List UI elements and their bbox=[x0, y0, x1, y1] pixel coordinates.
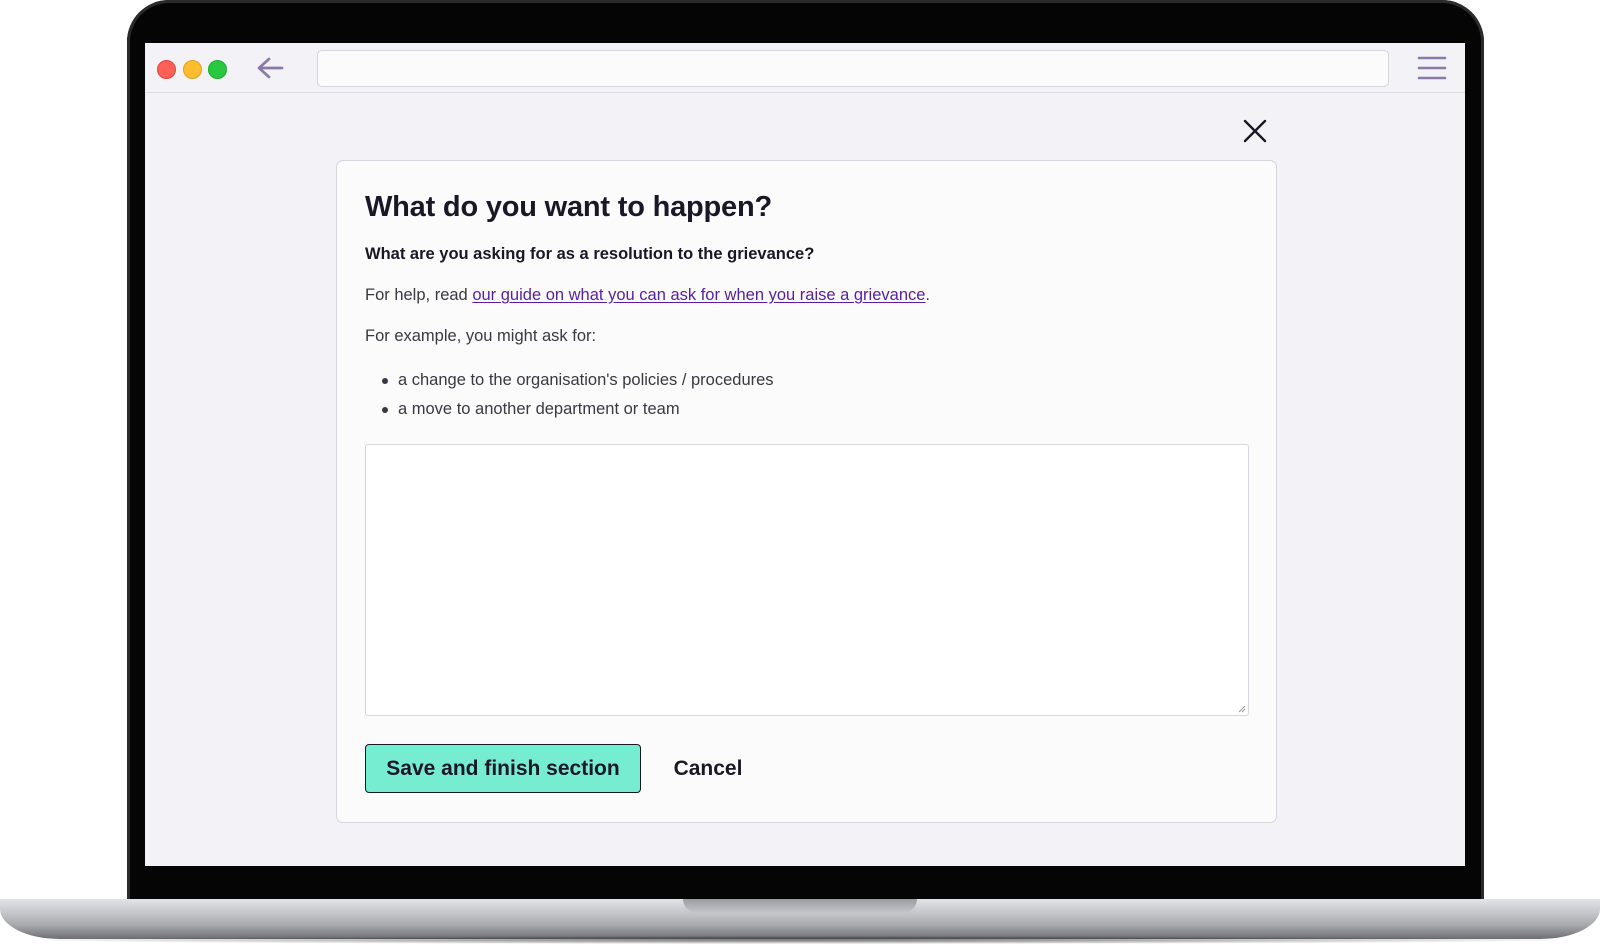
question-card: What do you want to happen? What are you… bbox=[336, 160, 1277, 823]
example-list: a change to the organisation's policies … bbox=[365, 366, 774, 424]
window-maximize-dot[interactable] bbox=[208, 60, 227, 79]
browser-toolbar bbox=[145, 43, 1465, 93]
back-button[interactable] bbox=[255, 55, 285, 81]
laptop-screen: What do you want to happen? What are you… bbox=[145, 43, 1465, 866]
laptop-shadow bbox=[40, 936, 1560, 944]
list-item-text: a change to the organisation's policies … bbox=[398, 371, 774, 389]
address-bar[interactable] bbox=[317, 50, 1389, 87]
help-text: For help, read our guide on what you can… bbox=[365, 286, 930, 305]
cancel-button[interactable]: Cancel bbox=[655, 744, 761, 793]
list-item: a change to the organisation's policies … bbox=[365, 366, 774, 395]
laptop-notch bbox=[683, 899, 917, 913]
arrow-left-icon bbox=[257, 57, 284, 79]
question-label: What are you asking for as a resolution … bbox=[365, 245, 815, 263]
help-suffix: . bbox=[925, 286, 931, 304]
close-x-icon bbox=[1243, 119, 1267, 143]
example-intro: For example, you might ask for: bbox=[365, 327, 597, 345]
save-and-finish-button[interactable]: Save and finish section bbox=[365, 744, 641, 793]
resize-grip-icon[interactable] bbox=[1238, 705, 1246, 713]
guide-link[interactable]: our guide on what you can ask for when y… bbox=[472, 286, 925, 304]
list-item-text: a move to another department or team bbox=[398, 400, 680, 418]
bullet-icon bbox=[382, 378, 388, 384]
help-prefix: For help, read bbox=[365, 286, 473, 304]
close-button[interactable] bbox=[1235, 111, 1275, 151]
bullet-icon bbox=[382, 407, 388, 413]
list-item: a move to another department or team bbox=[365, 395, 774, 424]
window-minimize-dot[interactable] bbox=[183, 60, 202, 79]
hamburger-menu-icon bbox=[1417, 56, 1447, 80]
answer-textarea[interactable] bbox=[365, 444, 1249, 716]
browser-menu-button[interactable] bbox=[1417, 55, 1447, 81]
page-title: What do you want to happen? bbox=[365, 191, 773, 223]
window-close-dot[interactable] bbox=[157, 60, 176, 79]
